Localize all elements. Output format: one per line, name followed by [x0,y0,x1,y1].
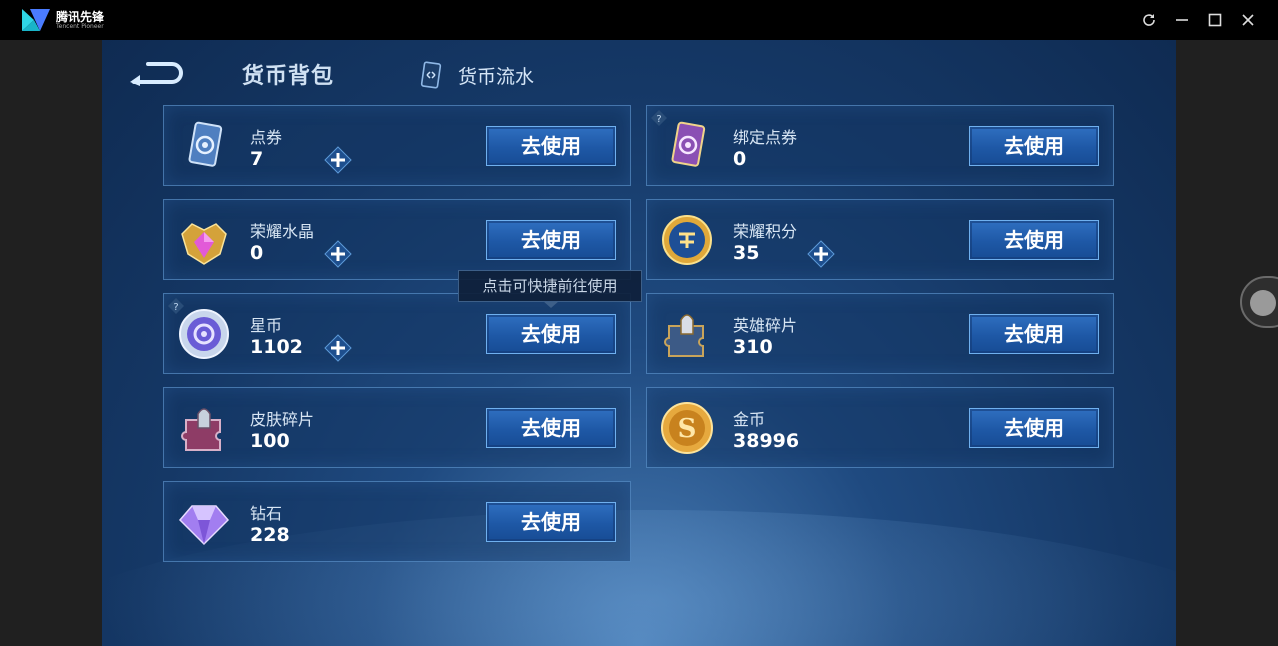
currency-value: 7 [250,148,264,170]
svg-text:S: S [678,414,697,444]
currency-card-glory-crystal: 荣耀水晶 0 去使用 [163,199,631,280]
refresh-icon[interactable] [1139,10,1159,30]
currency-name: 点券 [250,128,283,147]
currency-value: 35 [733,242,760,264]
right-frame [1176,40,1278,646]
currency-name: 皮肤碎片 [250,410,315,429]
assistant-icon [1250,290,1276,316]
gold-coin-icon: S [661,402,713,454]
diamond-icon [178,505,230,546]
bound-coupon-card-icon [671,121,706,167]
currency-name: 荣耀积分 [733,222,798,241]
app-name-en: Tencent Pioneer [56,22,104,30]
page-title: 货币背包 [242,64,335,89]
currency-value: 38996 [733,430,800,452]
use-button[interactable]: 去使用 [486,314,616,354]
hero-fragment-icon [664,314,704,357]
use-button[interactable]: 去使用 [969,314,1099,354]
currency-value: 100 [250,430,290,452]
currency-name: 绑定点券 [733,128,798,147]
use-button[interactable]: 去使用 [969,408,1099,448]
star-coin-icon [179,309,229,359]
currency-card-gold-coin: S 金币 38996 去使用 [646,387,1114,468]
currency-value: 310 [733,336,773,358]
currency-card-coupon: 点券 7 去使用 [163,105,631,186]
currency-card-star-coin: ? 星币 1102 去使用 [163,293,631,374]
window-titlebar: 腾讯先锋 Tencent Pioneer [0,0,1278,40]
use-button[interactable]: 去使用 [969,220,1099,260]
currency-name: 钻石 [250,504,283,523]
glory-points-icon [662,215,712,265]
currency-value: 0 [733,148,747,170]
currency-card-diamond: 钻石 228 去使用 [163,481,631,562]
currency-name: 金币 [733,410,766,429]
add-icon[interactable] [324,334,352,362]
use-button[interactable]: 去使用 [486,126,616,166]
skin-fragment-icon [181,408,221,451]
app-logo: 腾讯先锋 Tencent Pioneer [20,7,104,33]
currency-flow-label: 货币流水 [458,65,535,88]
close-icon[interactable] [1238,10,1258,30]
maximize-icon[interactable] [1205,10,1225,30]
tencent-pioneer-logo-icon [22,9,50,31]
glory-crystal-icon [181,223,227,265]
quick-use-tooltip: 点击可快捷前往使用 [458,270,642,308]
back-arrow-icon[interactable] [128,60,184,86]
currency-flow-link[interactable]: 货币流水 [416,60,534,90]
minimize-icon[interactable] [1172,10,1192,30]
currency-backpack-screen: 货币背包 货币流水 点券 7 去使用 ? 绑定点券 0 去使用 荣耀水晶 0 去… [102,40,1176,646]
currency-value: 1102 [250,336,303,358]
left-frame [0,40,102,646]
currency-name: 星币 [250,316,283,335]
currency-value: 0 [250,242,264,264]
currency-card-bound-coupon: ? 绑定点券 0 去使用 [646,105,1114,186]
currency-card-skin-fragment: 皮肤碎片 100 去使用 [163,387,631,468]
currency-card-glory-points: 荣耀积分 35 去使用 [646,199,1114,280]
currency-value: 228 [250,524,290,546]
use-button[interactable]: 去使用 [486,408,616,448]
add-icon[interactable] [324,146,352,174]
use-button[interactable]: 去使用 [969,126,1099,166]
card-exchange-icon [420,61,442,89]
coupon-card-icon [188,121,223,167]
currency-card-hero-fragment: 英雄碎片 310 去使用 [646,293,1114,374]
currency-name: 荣耀水晶 [250,222,315,241]
use-button[interactable]: 去使用 [486,220,616,260]
use-button[interactable]: 去使用 [486,502,616,542]
currency-name: 英雄碎片 [733,316,798,335]
app-name: 腾讯先锋 [56,9,105,24]
add-icon[interactable] [324,240,352,268]
add-icon[interactable] [807,240,835,268]
